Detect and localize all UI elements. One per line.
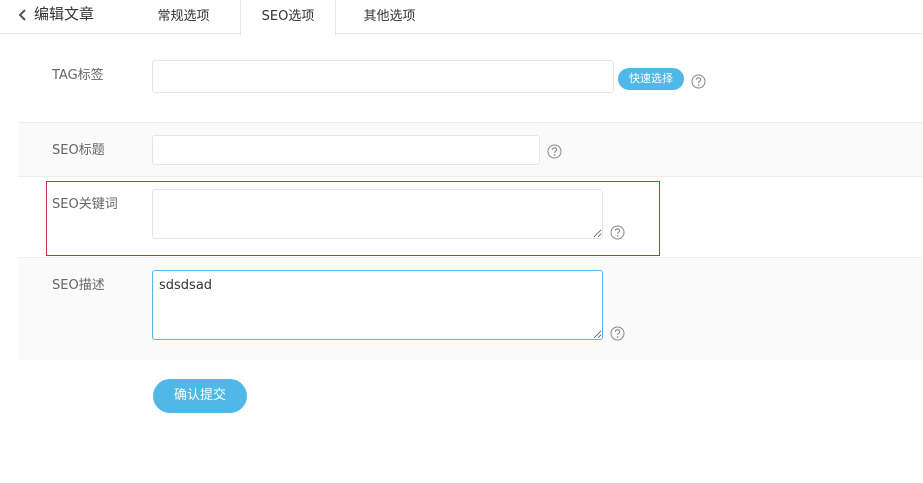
back-link[interactable]: 编辑文章 — [18, 3, 94, 25]
tab-other-options[interactable]: 其他选项 — [336, 0, 443, 34]
seo-description-label: SEO描述 — [52, 278, 105, 293]
header: 编辑文章 常规选项 SEO选项 其他选项 — [0, 0, 923, 35]
chevron-left-icon — [18, 7, 28, 21]
tab-general-options[interactable]: 常规选项 — [127, 0, 240, 34]
tab-seo-options[interactable]: SEO选项 — [240, 0, 336, 35]
question-circle-icon[interactable] — [610, 326, 625, 341]
edit-article-page: 编辑文章 常规选项 SEO选项 其他选项 TAG标签 快速选择 SEO标题 SE… — [0, 0, 923, 483]
quick-select-button[interactable]: 快速选择 — [618, 68, 684, 90]
tag-input[interactable] — [152, 60, 614, 93]
submit-button[interactable]: 确认提交 — [153, 379, 247, 413]
seo-keywords-textarea[interactable] — [152, 189, 603, 239]
seo-title-input[interactable] — [152, 135, 540, 165]
seo-description-textarea[interactable] — [152, 270, 603, 340]
question-circle-icon[interactable] — [691, 74, 706, 89]
page-title: 编辑文章 — [34, 5, 95, 23]
question-circle-icon[interactable] — [610, 225, 625, 240]
seo-keywords-label: SEO关键词 — [52, 197, 118, 212]
question-circle-icon[interactable] — [547, 144, 562, 159]
seo-title-label: SEO标题 — [52, 143, 105, 158]
tag-label: TAG标签 — [52, 68, 104, 83]
